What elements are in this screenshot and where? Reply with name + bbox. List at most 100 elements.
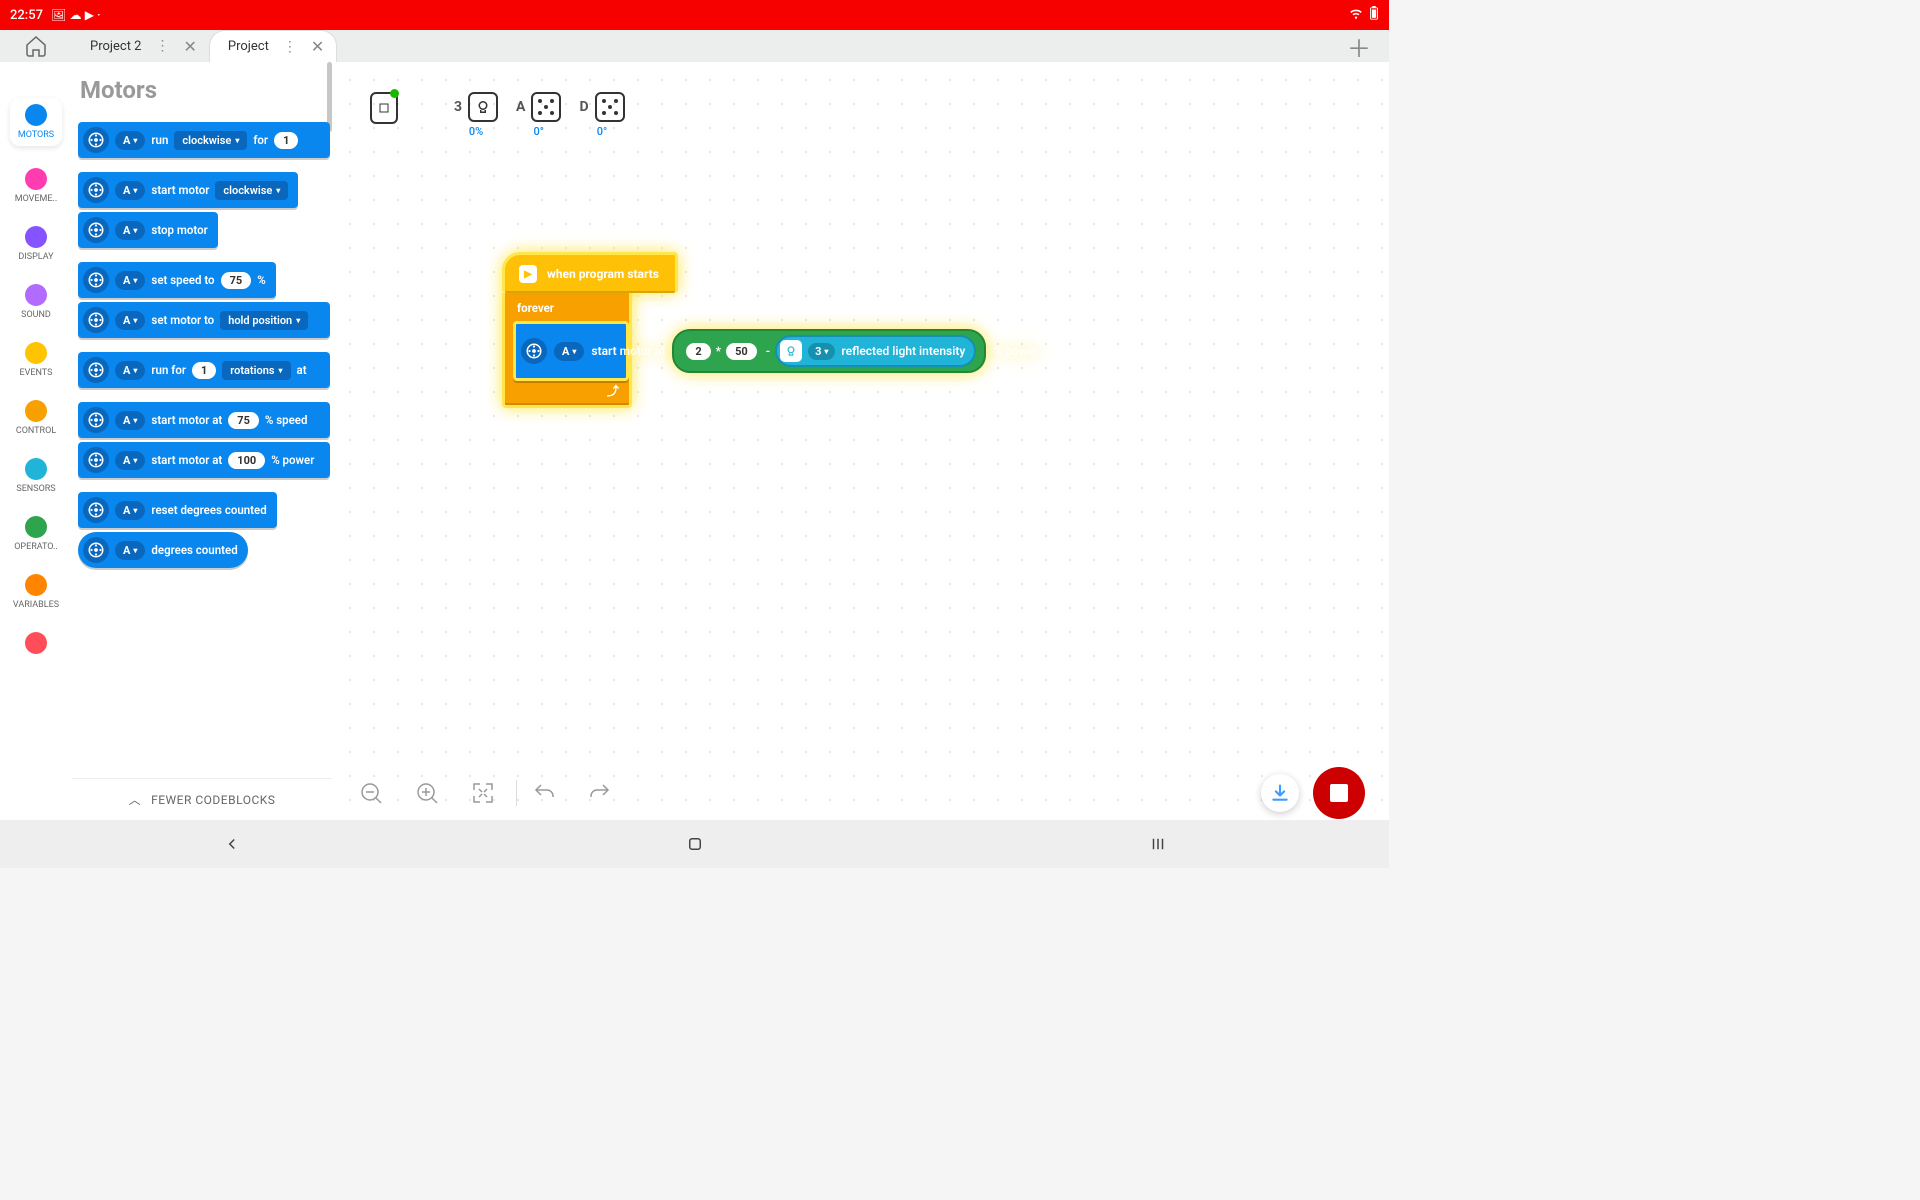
- category-dot-icon: [25, 168, 47, 190]
- block-start-motor-speed[interactable]: A start motor at 75 % speed: [78, 402, 330, 438]
- palette-title: Motors: [80, 76, 332, 104]
- category-dot-icon: [25, 574, 47, 596]
- motor-icon: [83, 537, 109, 563]
- tab-close-icon[interactable]: ✕: [311, 37, 324, 56]
- c-block-forever[interactable]: forever A start motor at 2 * 50 -: [502, 293, 632, 408]
- port-dropdown[interactable]: A: [115, 501, 145, 520]
- block-reset-degrees[interactable]: A reset degrees counted: [78, 492, 277, 528]
- fit-screen-button[interactable]: [468, 778, 498, 808]
- category-sound[interactable]: Sound: [21, 284, 51, 320]
- number-input[interactable]: 1: [192, 362, 216, 379]
- operator-multiply[interactable]: 2 * 50: [682, 341, 760, 362]
- category-sensors[interactable]: Sensors: [16, 458, 55, 494]
- port-dropdown[interactable]: A: [115, 311, 145, 330]
- port-dropdown[interactable]: A: [115, 131, 145, 150]
- port-dropdown[interactable]: A: [115, 541, 145, 560]
- number-input[interactable]: 1: [274, 132, 298, 149]
- operator-subtract[interactable]: 2 * 50 - 3 reflected light intensity: [672, 329, 986, 373]
- stop-button[interactable]: [1313, 767, 1365, 819]
- coding-canvas[interactable]: 3 0% A 0° D: [332, 62, 1389, 820]
- home-button[interactable]: [0, 30, 72, 62]
- port-dropdown[interactable]: A: [115, 411, 145, 430]
- category-control[interactable]: Control: [16, 400, 56, 436]
- add-tab-button[interactable]: ＋: [1347, 29, 1371, 64]
- sensor-port-dropdown[interactable]: 3: [808, 343, 835, 360]
- number-input[interactable]: 2: [686, 343, 710, 360]
- block-palette: Motors A run clockwise for 1 A start mot…: [72, 62, 332, 820]
- category-dot-icon: [25, 284, 47, 306]
- category-dot-icon: [25, 342, 47, 364]
- hub-icon[interactable]: [370, 92, 398, 124]
- port-dropdown[interactable]: A: [115, 221, 145, 240]
- status-time: 22:57: [10, 8, 43, 23]
- tab-menu-icon[interactable]: ⋮: [156, 38, 170, 54]
- direction-dropdown[interactable]: clockwise: [174, 131, 247, 150]
- nav-recent-button[interactable]: [1108, 835, 1208, 853]
- category-events[interactable]: Events: [20, 342, 53, 378]
- category-operators[interactable]: Operato..: [14, 516, 58, 552]
- block-start-motor[interactable]: A start motor clockwise: [78, 172, 298, 208]
- motor-port-icon: [595, 92, 625, 122]
- port-dropdown[interactable]: A: [554, 342, 584, 361]
- port-dropdown[interactable]: A: [115, 271, 145, 290]
- category-movement[interactable]: Moveme..: [15, 168, 58, 204]
- hat-when-program-starts[interactable]: ▶ when program starts: [502, 252, 678, 293]
- number-input[interactable]: 100: [228, 452, 265, 469]
- port-status-3[interactable]: 3 0%: [454, 92, 498, 138]
- category-dot-icon: [25, 458, 47, 480]
- unit-dropdown[interactable]: rotations: [222, 361, 290, 380]
- redo-button[interactable]: [585, 778, 615, 808]
- tab-project-2[interactable]: Project 2 ⋮ ✕: [72, 30, 209, 62]
- block-run-clockwise-for[interactable]: A run clockwise for 1: [78, 122, 330, 158]
- tab-menu-icon[interactable]: ⋮: [283, 39, 297, 55]
- android-status-bar: 22:57 🖼 ☁ ▶ ·: [0, 0, 1389, 30]
- nav-back-button[interactable]: [182, 835, 282, 853]
- zoom-out-button[interactable]: [356, 778, 386, 808]
- status-icons-left: 🖼 ☁ ▶ ·: [51, 8, 101, 23]
- category-display[interactable]: Display: [18, 226, 53, 262]
- download-button[interactable]: [1261, 774, 1299, 812]
- motor-icon: [521, 338, 547, 364]
- category-dot-icon: [25, 632, 47, 654]
- motor-icon: [83, 217, 109, 243]
- direction-dropdown[interactable]: clockwise: [215, 181, 288, 200]
- tab-label: Project: [228, 39, 269, 54]
- script-stack[interactable]: ▶ when program starts forever A start mo…: [502, 252, 678, 408]
- nav-home-button[interactable]: [645, 835, 745, 853]
- block-start-motor-at-power[interactable]: A start motor at 2 * 50 -: [513, 321, 629, 381]
- block-set-speed[interactable]: A set speed to 75 %: [78, 262, 276, 298]
- stop-icon: [1330, 784, 1348, 802]
- port-dropdown[interactable]: A: [115, 451, 145, 470]
- port-status-d[interactable]: D 0°: [579, 92, 624, 138]
- light-sensor-icon: [468, 92, 498, 122]
- block-set-motor-hold[interactable]: A set motor to hold position: [78, 302, 330, 338]
- number-input[interactable]: 75: [221, 272, 252, 289]
- block-stop-motor[interactable]: A stop motor: [78, 212, 218, 248]
- zoom-in-button[interactable]: [412, 778, 442, 808]
- undo-button[interactable]: [529, 778, 559, 808]
- tab-project[interactable]: Project ⋮ ✕: [209, 30, 337, 62]
- hold-dropdown[interactable]: hold position: [220, 311, 308, 330]
- category-motors[interactable]: Motors: [10, 98, 62, 146]
- category-variables[interactable]: Variables: [13, 574, 59, 610]
- block-start-motor-power[interactable]: A start motor at 100 % power: [78, 442, 330, 478]
- port-dropdown[interactable]: A: [115, 181, 145, 200]
- hub-status-row: 3 0% A 0° D: [370, 92, 625, 138]
- port-dropdown[interactable]: A: [115, 361, 145, 380]
- dot-icon: ·: [97, 8, 100, 22]
- tab-close-icon[interactable]: ✕: [184, 37, 197, 56]
- category-dot-icon: [25, 104, 47, 126]
- motor-icon: [83, 307, 109, 333]
- category-dot-icon: [25, 400, 47, 422]
- motor-icon: [83, 127, 109, 153]
- number-input[interactable]: 50: [726, 343, 757, 360]
- reporter-reflected-light[interactable]: 3 reflected light intensity: [775, 335, 976, 367]
- fewer-codeblocks-button[interactable]: ︿ FEWER CODEBLOCKS: [72, 778, 332, 820]
- category-more[interactable]: [25, 632, 47, 658]
- block-degrees-counted[interactable]: A degrees counted: [78, 532, 248, 568]
- chevron-up-icon: ︿: [129, 791, 142, 808]
- block-run-for-rotations[interactable]: A run for 1 rotations at: [78, 352, 330, 388]
- number-input[interactable]: 75: [228, 412, 259, 429]
- port-status-a[interactable]: A 0°: [516, 92, 561, 138]
- category-dot-icon: [25, 516, 47, 538]
